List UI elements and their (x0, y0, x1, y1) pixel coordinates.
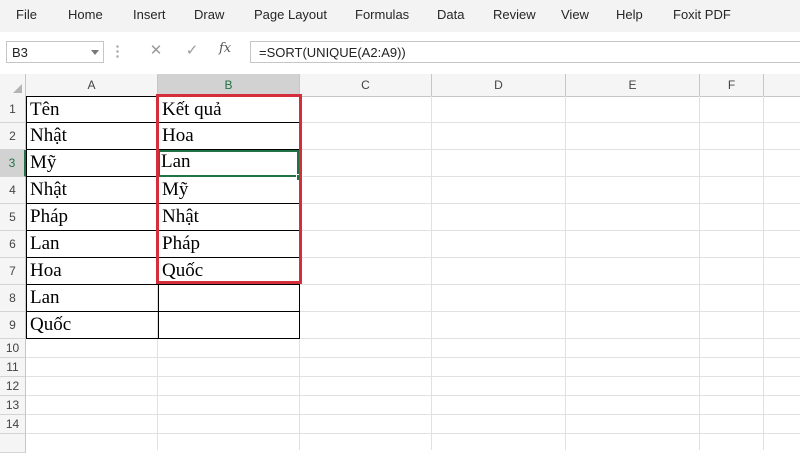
ribbon-menu-bar: File Home Insert Draw Page Layout Formul… (0, 0, 800, 33)
menu-foxit-pdf[interactable]: Foxit PDF (673, 7, 731, 22)
gridline (26, 357, 800, 358)
name-box[interactable]: B3 (6, 41, 104, 63)
menu-home[interactable]: Home (68, 7, 103, 22)
drag-handle-icon[interactable] (116, 44, 119, 60)
menu-insert[interactable]: Insert (133, 7, 166, 22)
row-header-12[interactable]: 12 (0, 377, 26, 396)
cell-b7[interactable]: Quốc (158, 257, 300, 285)
gridline (26, 433, 800, 434)
row-header-9[interactable]: 9 (0, 312, 26, 339)
menu-help[interactable]: Help (616, 7, 643, 22)
row-header-2[interactable]: 2 (0, 123, 26, 150)
cell-b2[interactable]: Hoa (158, 122, 300, 150)
row-header-8[interactable]: 8 (0, 285, 26, 312)
column-header-b[interactable]: B (158, 74, 300, 96)
cell-a3[interactable]: Mỹ (26, 149, 159, 177)
menu-draw[interactable]: Draw (194, 7, 224, 22)
row-header-10[interactable]: 10 (0, 339, 26, 358)
enter-check-icon[interactable]: ✓ (182, 41, 202, 59)
column-header-row: A B C D E F (0, 74, 800, 97)
row-header-14[interactable]: 14 (0, 415, 26, 434)
gridline (26, 414, 800, 415)
cell-a1[interactable]: Tên (26, 96, 159, 123)
select-all-button[interactable] (0, 74, 26, 96)
menu-view[interactable]: View (561, 7, 589, 22)
cell-a8[interactable]: Lan (26, 284, 159, 312)
insert-function-icon[interactable]: fx (219, 41, 231, 56)
column-header-g[interactable] (764, 74, 800, 96)
cell-a4[interactable]: Nhật (26, 176, 159, 204)
cell-b9[interactable] (158, 311, 300, 339)
cell-a9[interactable]: Quốc (26, 311, 159, 339)
active-cell-selection[interactable] (158, 150, 299, 177)
menu-formulas[interactable]: Formulas (355, 7, 409, 22)
row-header-1[interactable]: 1 (0, 96, 26, 123)
formula-input[interactable]: =SORT(UNIQUE(A2:A9)) (250, 41, 800, 63)
gridline (26, 376, 800, 377)
cell-b4[interactable]: Mỹ (158, 176, 300, 204)
menu-page-layout[interactable]: Page Layout (254, 7, 327, 22)
column-header-a[interactable]: A (26, 74, 158, 96)
row-header-3[interactable]: 3 (0, 150, 26, 177)
name-box-value: B3 (12, 45, 28, 60)
fill-handle[interactable] (296, 174, 303, 181)
formula-text: =SORT(UNIQUE(A2:A9)) (259, 45, 406, 60)
row-header-11[interactable]: 11 (0, 358, 26, 377)
row-header-15[interactable] (0, 434, 26, 453)
gridline (26, 395, 800, 396)
cell-b8[interactable] (158, 284, 300, 312)
cell-a7[interactable]: Hoa (26, 257, 159, 285)
menu-review[interactable]: Review (493, 7, 536, 22)
row-header-4[interactable]: 4 (0, 177, 26, 204)
cancel-icon[interactable]: ✕ (146, 41, 166, 59)
cell-a2[interactable]: Nhật (26, 122, 159, 150)
cell-a6[interactable]: Lan (26, 230, 159, 258)
column-header-f[interactable]: F (700, 74, 764, 96)
column-header-c[interactable]: C (300, 74, 432, 96)
row-header-6[interactable]: 6 (0, 231, 26, 258)
column-header-e[interactable]: E (566, 74, 700, 96)
menu-data[interactable]: Data (437, 7, 464, 22)
cell-b5[interactable]: Nhật (158, 203, 300, 231)
cell-a5[interactable]: Pháp (26, 203, 159, 231)
row-header-7[interactable]: 7 (0, 258, 26, 285)
cell-b6[interactable]: Pháp (158, 230, 300, 258)
column-header-d[interactable]: D (432, 74, 566, 96)
formula-bar: B3 ✕ ✓ fx =SORT(UNIQUE(A2:A9)) (0, 32, 800, 75)
row-header-13[interactable]: 13 (0, 396, 26, 415)
chevron-down-icon[interactable] (91, 50, 99, 55)
row-header-5[interactable]: 5 (0, 204, 26, 231)
cell-b1[interactable]: Kết quả (158, 96, 300, 123)
menu-file[interactable]: File (16, 7, 37, 22)
